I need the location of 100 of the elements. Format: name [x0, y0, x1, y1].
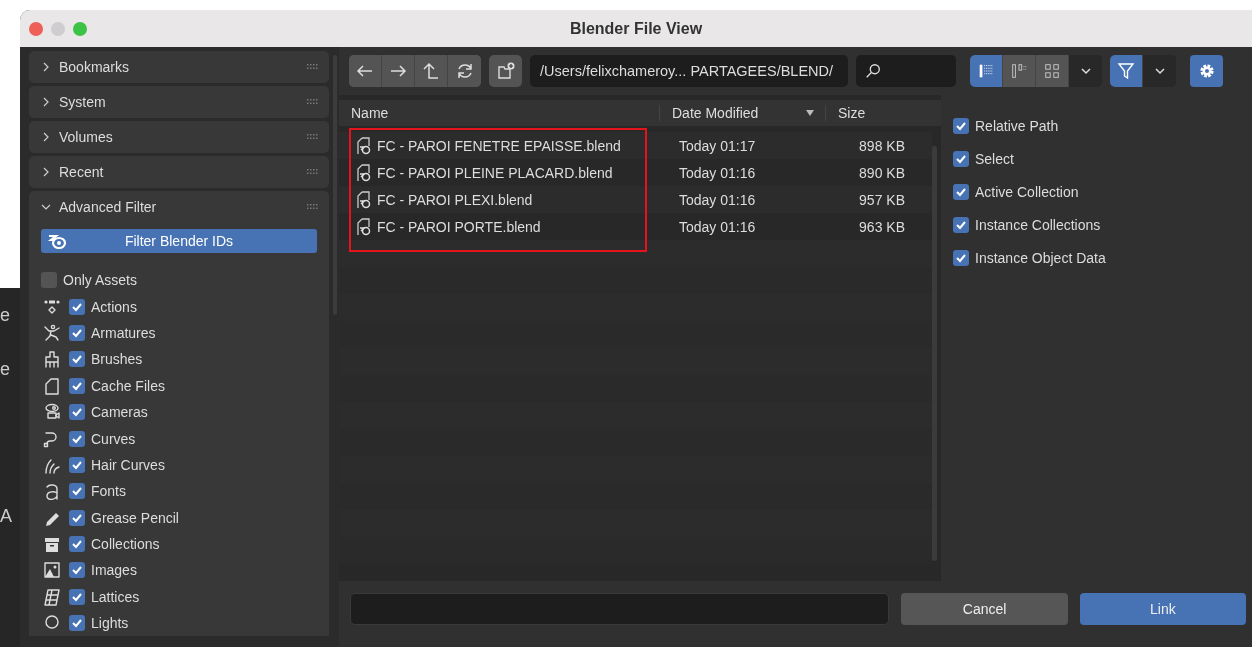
- checkbox[interactable]: [69, 298, 85, 315]
- checkbox[interactable]: [69, 324, 85, 341]
- column-header[interactable]: Name: [339, 105, 659, 121]
- date-cell-text: Today 01:16: [678, 218, 757, 235]
- chevron-icon: [41, 62, 51, 72]
- grip-icon[interactable]: [307, 169, 319, 175]
- checkbox[interactable]: [953, 150, 969, 167]
- grid-icon: [1043, 62, 1061, 80]
- checkbox-label: Active Collection: [975, 183, 1079, 200]
- checkbox[interactable]: [953, 216, 969, 233]
- background-text: e: [0, 359, 10, 380]
- filter-button[interactable]: Filter Blender IDs: [41, 229, 317, 253]
- checkbox-label: Relative Path: [975, 117, 1059, 134]
- checkbox[interactable]: [953, 117, 969, 134]
- columns-icon: [1010, 62, 1028, 80]
- checkbox[interactable]: [69, 430, 85, 447]
- file-row[interactable]: FC - PAROI PLEXI.blend Today 01:16 957 KB: [339, 186, 932, 213]
- check-icon: [71, 485, 83, 498]
- background-text: A: [0, 506, 12, 527]
- checkbox-label: Brushes: [91, 351, 143, 368]
- panel-header[interactable]: System: [29, 86, 329, 118]
- grip-icon[interactable]: [307, 64, 319, 70]
- checkbox[interactable]: [69, 351, 85, 368]
- checkbox[interactable]: [69, 509, 85, 526]
- checkbox-label: Hair Curves: [91, 456, 165, 473]
- settings-button[interactable]: [1190, 55, 1223, 87]
- cancel-button[interactable]: Cancel: [901, 593, 1068, 625]
- blend-file-icon: [355, 190, 373, 209]
- column-header[interactable]: Date Modified: [659, 105, 825, 121]
- file-row[interactable]: FC - PAROI FENETRE EPAISSE.blend Today 01:17 898 KB: [339, 132, 932, 159]
- checkbox[interactable]: [69, 377, 85, 394]
- checkbox[interactable]: [953, 249, 969, 266]
- checkbox[interactable]: [41, 272, 57, 289]
- checkbox-label: Lattices: [91, 588, 140, 605]
- checkbox-label: Lights: [91, 615, 129, 632]
- checkbox-label: Select: [975, 150, 1014, 167]
- panel-header[interactable]: Advanced Filter: [29, 191, 329, 223]
- size-cell-text: 898 KB: [858, 137, 906, 154]
- checkbox-label: Cameras: [91, 404, 148, 421]
- blend-file-icon: [355, 217, 373, 236]
- search-icon: [864, 62, 882, 80]
- grid-view-button[interactable]: [1036, 55, 1069, 87]
- close-button[interactable]: [29, 21, 43, 36]
- size-cell-text: 890 KB: [858, 164, 906, 181]
- checkbox[interactable]: [69, 404, 85, 421]
- chevron-icon: [41, 202, 51, 212]
- funnel-icon: [1116, 61, 1136, 81]
- checkbox-label: Images: [91, 562, 137, 579]
- checkbox[interactable]: [69, 588, 85, 605]
- blender-logo-icon: [47, 233, 67, 249]
- link-button[interactable]: Link: [1079, 593, 1246, 625]
- size-cell-text: 963 KB: [858, 218, 906, 235]
- check-icon: [71, 406, 83, 419]
- checkbox-label: Actions: [91, 298, 137, 315]
- file-row[interactable]: FC - PAROI PORTE.blend Today 01:16 963 KB: [339, 213, 932, 240]
- file-name: FC - PAROI PLEXI.blend: [377, 191, 533, 208]
- checkbox[interactable]: [69, 456, 85, 473]
- check-icon: [71, 538, 83, 551]
- check-icon: [71, 564, 83, 577]
- date-cell-text: Today 01:16: [678, 164, 757, 181]
- columns-view-button[interactable]: [1003, 55, 1036, 87]
- file-name: FC - PAROI FENETRE EPAISSE.blend: [377, 137, 621, 154]
- folder-plus-icon: [495, 61, 516, 81]
- search-field[interactable]: [856, 55, 956, 87]
- date-cell-text: Today 01:17: [678, 137, 757, 154]
- path-field[interactable]: /Users/felixchameroy... PARTAGEES/BLEND/: [530, 55, 848, 87]
- checkbox[interactable]: [69, 562, 85, 579]
- grip-icon[interactable]: [307, 99, 319, 105]
- back-button[interactable]: [349, 55, 382, 87]
- size-cell-text: 957 KB: [858, 191, 906, 208]
- date-cell-text: Today 01:16: [678, 191, 757, 208]
- sort-icon: [805, 108, 815, 118]
- file-row[interactable]: FC - PAROI PLEINE PLACARD.blend Today 01:16 890 KB: [339, 159, 932, 186]
- checkbox[interactable]: [953, 183, 969, 200]
- checkbox[interactable]: [69, 615, 85, 632]
- checkbox[interactable]: [69, 536, 85, 553]
- grip-icon[interactable]: [307, 204, 319, 210]
- panel-header[interactable]: Recent: [29, 156, 329, 188]
- checkbox-label: Curves: [91, 430, 136, 447]
- column-header[interactable]: Size: [825, 105, 915, 121]
- checkbox-label: Only Assets: [63, 272, 137, 289]
- chevron-icon: [41, 167, 51, 177]
- filename-field[interactable]: [350, 593, 890, 625]
- checkbox-label: Instance Object Data: [975, 249, 1106, 266]
- lattice-icon: [41, 587, 63, 606]
- panel-header[interactable]: Volumes: [29, 121, 329, 153]
- check-icon: [71, 617, 83, 630]
- list-view-button[interactable]: [970, 55, 1003, 87]
- filter-toggle[interactable]: [1110, 55, 1143, 87]
- file-name: FC - PAROI PLEINE PLACARD.blend: [377, 164, 613, 181]
- checkbox-label: Armatures: [91, 324, 156, 341]
- window-title: Blender File View: [569, 19, 703, 38]
- chevron-icon: [41, 132, 51, 142]
- file-name: FC - PAROI PORTE.blend: [377, 218, 541, 235]
- new-folder-button[interactable]: [489, 55, 522, 87]
- panel-header[interactable]: Bookmarks: [29, 51, 329, 83]
- chevron-icon: [41, 97, 51, 107]
- grip-icon[interactable]: [307, 134, 319, 140]
- caret-icon: [1079, 65, 1092, 77]
- checkbox[interactable]: [69, 483, 85, 500]
